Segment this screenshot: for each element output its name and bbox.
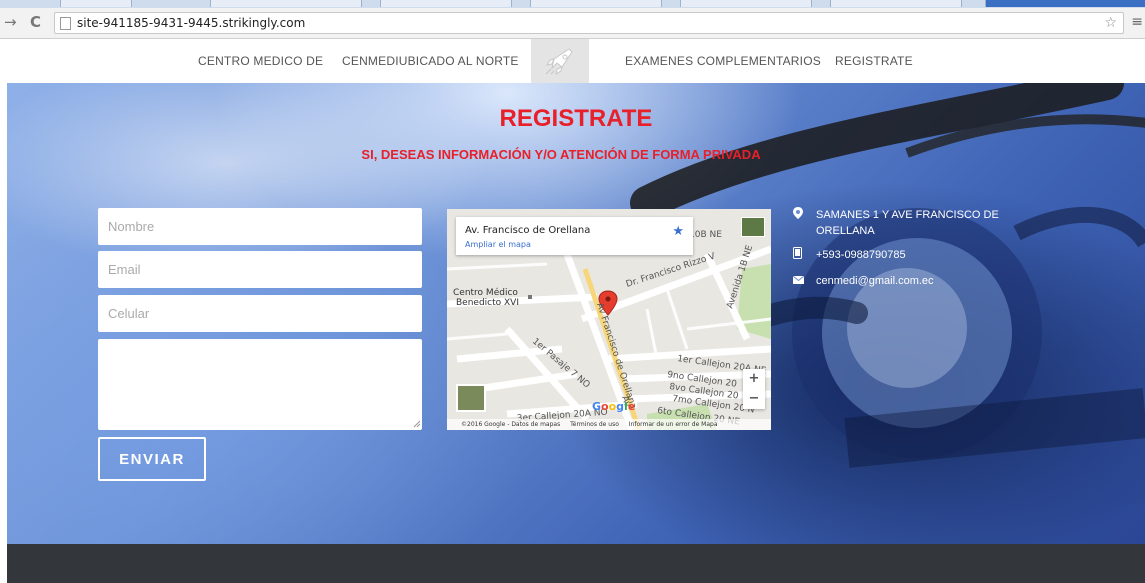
satellite-view-toggle[interactable]	[456, 384, 486, 412]
menu-icon[interactable]: ≡	[1131, 14, 1143, 30]
browser-tab[interactable]	[830, 0, 962, 7]
forward-arrow-icon[interactable]: →	[4, 13, 17, 31]
zoom-in-button[interactable]: +	[743, 369, 765, 389]
nav-item-registrate[interactable]: REGISTRATE	[835, 54, 913, 68]
map-label-centro-medico-line1: Centro Médico	[453, 287, 518, 298]
name-field[interactable]	[98, 208, 422, 245]
page-icon	[60, 17, 71, 30]
site-logo[interactable]	[531, 39, 589, 83]
section-title: REGISTRATE	[499, 105, 653, 132]
section-subtitle: SI, DESEAS INFORMACIÓN Y/O ATENCIÓN DE F…	[361, 147, 761, 162]
url-input[interactable]: site-941185-9431-9445.strikingly.com ☆	[54, 12, 1124, 34]
map-copyright: ©2016 Google - Datos de mapas	[461, 421, 561, 428]
reload-icon[interactable]: C	[30, 13, 41, 31]
browser-tab[interactable]	[985, 0, 1145, 7]
email-text[interactable]: cenmedi@gmail.com.ec	[816, 273, 1036, 289]
phone-text: +593-0988790785	[816, 249, 906, 261]
location-pin-icon	[793, 207, 803, 224]
message-field[interactable]	[98, 339, 422, 430]
enlarge-map-link[interactable]: Ampliar el mapa	[465, 240, 531, 249]
phone-field[interactable]	[98, 295, 422, 332]
map-footer: ©2016 Google - Datos de mapas Términos d…	[447, 419, 771, 430]
location-map[interactable]: Dr. Francisco Rizzo V Av Francisco de Or…	[447, 209, 771, 430]
email-field[interactable]	[98, 251, 422, 288]
satellite-thumbnail[interactable]	[741, 217, 765, 237]
google-logo: Google	[592, 400, 636, 413]
address-text: SAMANES 1 Y AVE FRANCISCO DE ORELLANA	[816, 209, 999, 237]
map-place-title: Av. Francisco de Orellana	[465, 225, 591, 236]
envelope-icon	[792, 273, 805, 290]
bookmark-star-icon[interactable]: ☆	[1104, 15, 1117, 31]
rocket-icon	[545, 48, 573, 76]
browser-tab[interactable]	[60, 0, 132, 7]
browser-tab[interactable]	[380, 0, 512, 7]
page-footer	[7, 544, 1145, 583]
map-zoom-control: + −	[743, 369, 765, 409]
site-nav: CENTRO MEDICO DE CENMEDIUBICADO AL NORTE…	[0, 39, 1145, 83]
map-report-link[interactable]: Informar de un error de Mapa	[629, 421, 718, 428]
browser-tab[interactable]	[210, 0, 362, 7]
phone-icon	[793, 247, 803, 264]
zoom-out-button[interactable]: −	[743, 389, 765, 409]
save-star-icon[interactable]: ★	[672, 224, 684, 239]
browser-tab[interactable]	[680, 0, 812, 7]
url-text[interactable]: site-941185-9431-9445.strikingly.com	[77, 16, 305, 30]
map-label-centro-medico-line2: Benedicto XVI	[456, 298, 519, 308]
browser-tab-strip	[0, 0, 1145, 8]
address-bar: → C site-941185-9431-9445.strikingly.com…	[0, 8, 1145, 39]
map-label-10b: 10B NE	[689, 230, 722, 240]
map-place-card: Av. Francisco de Orellana Ampliar el map…	[456, 217, 693, 255]
resize-grip-icon[interactable]	[413, 420, 421, 428]
submit-button[interactable]: ENVIAR	[98, 437, 206, 481]
nav-item-centro-medico[interactable]: CENTRO MEDICO DE	[198, 54, 323, 68]
browser-tab[interactable]	[530, 0, 662, 7]
map-terms-link[interactable]: Términos de uso	[570, 421, 619, 428]
nav-item-examenes[interactable]: EXAMENES COMPLEMENTARIOS	[625, 54, 821, 68]
nav-item-ubicado[interactable]: CENMEDIUBICADO AL NORTE	[342, 54, 519, 68]
